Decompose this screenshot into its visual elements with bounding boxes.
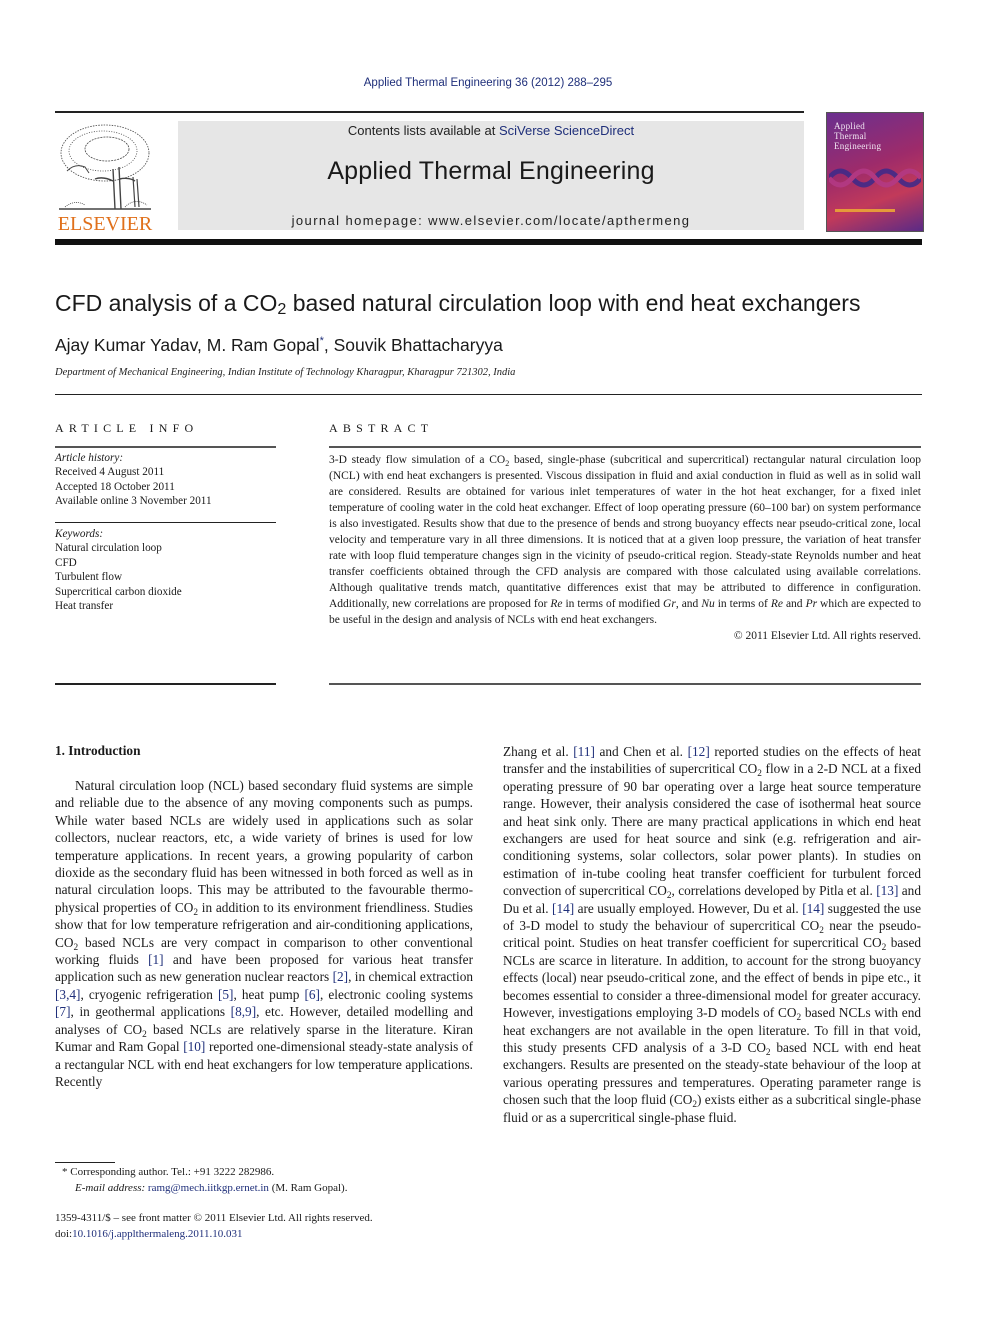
reference-link[interactable]: [13] <box>876 883 898 898</box>
text: Natural circulation loop (NCL) based sec… <box>55 778 473 915</box>
section-heading-introduction: 1. Introduction <box>55 743 141 758</box>
reference-link[interactable]: [12] <box>688 744 710 759</box>
text: 3-D steady flow simulation of a CO <box>329 454 506 466</box>
copyright: © 2011 Elsevier Ltd. All rights reserved… <box>733 630 921 642</box>
symbol-re: Re <box>770 598 783 610</box>
keywords-rule <box>55 522 276 523</box>
text: , in geothermal applications <box>70 1004 231 1020</box>
publication-info: 1359-4311/$ – see front matter © 2011 El… <box>55 1211 495 1242</box>
received-date: Received 4 August 2011 <box>55 466 165 479</box>
doi-line: doi:10.1016/j.applthermaleng.2011.10.031 <box>55 1227 495 1243</box>
reference-link[interactable]: [8,9] <box>231 1004 256 1019</box>
abstract-rule <box>329 446 921 448</box>
article-info-heading: ARTICLE INFO <box>55 421 199 435</box>
article-info-bottom-rule <box>55 683 276 685</box>
doi-link[interactable]: 10.1016/j.applthermaleng.2011.10.031 <box>72 1228 242 1240</box>
cover-label-bar <box>835 209 895 212</box>
symbol-re: Re <box>550 598 563 610</box>
reference-link[interactable]: [1] <box>148 952 164 967</box>
text: , and <box>675 598 702 610</box>
journal-homepage-link[interactable]: journal homepage: www.elsevier.com/locat… <box>178 213 804 228</box>
text: and <box>782 598 806 610</box>
text: are usually employed. However, Du et al. <box>574 900 803 916</box>
text: , cryogenic refrigeration <box>80 986 218 1002</box>
text: in terms of modified <box>562 598 664 610</box>
reference-link[interactable]: [14] <box>552 901 574 916</box>
reference-link[interactable]: [5] <box>218 987 234 1002</box>
footnote-rule <box>55 1162 115 1163</box>
text: , heat pump <box>233 986 305 1002</box>
cover-title: Applied Thermal Engineering <box>834 121 882 151</box>
abstract-bottom-rule <box>329 683 921 685</box>
intro-paragraph: Natural circulation loop (NCL) based sec… <box>55 777 473 1090</box>
accepted-date: Accepted 18 October 2011 <box>55 480 175 493</box>
text: , correlations developed by Pitla et al. <box>671 883 877 899</box>
keyword: Supercritical carbon dioxide <box>55 585 182 598</box>
journal-cover-thumbnail[interactable]: Applied Thermal Engineering <box>826 112 924 232</box>
email-owner: (M. Ram Gopal). <box>268 1181 348 1194</box>
intro-paragraph: Zhang et al. [11] and Chen et al. [12] r… <box>503 743 921 1126</box>
doi-label: doi: <box>55 1227 73 1240</box>
reference-link[interactable]: [14] <box>802 901 824 916</box>
author-list: Ajay Kumar Yadav, M. Ram Gopal*, Souvik … <box>55 335 503 356</box>
reference-link[interactable]: [11] <box>573 744 595 759</box>
symbol-pr: Pr <box>805 598 818 610</box>
history-label: Article history: <box>55 452 124 464</box>
journal-name: Applied Thermal Engineering <box>327 157 655 185</box>
online-date: Available online 3 November 2011 <box>55 495 212 508</box>
sciencedirect-link[interactable]: SciVerse ScienceDirect <box>499 123 634 138</box>
contents-label: Contents lists available at <box>347 123 499 138</box>
reference-link[interactable]: [3,4] <box>55 987 80 1002</box>
corresponding-author-footnote: * Corresponding author. Tel.: +91 3222 2… <box>62 1165 482 1196</box>
title-rule <box>55 394 922 395</box>
elsevier-tree-icon <box>59 124 151 210</box>
email-link[interactable]: ramg@mech.iitkgp.ernet.in <box>148 1182 269 1194</box>
issn-line: 1359-4311/$ – see front matter © 2011 El… <box>55 1212 373 1224</box>
title-part: based natural circulation loop with end … <box>286 290 861 316</box>
abstract-heading: ABSTRACT <box>329 421 434 435</box>
keywords-label: Keywords: <box>55 528 104 540</box>
text: Zhang et al. <box>503 744 574 759</box>
reference-link[interactable]: [10] <box>183 1039 205 1054</box>
text: flow in a 2-D NCL at a fixed operating p… <box>503 761 921 899</box>
header-rule <box>55 111 804 113</box>
reference-link[interactable]: [7] <box>55 1004 71 1019</box>
reference-link[interactable]: [2] <box>333 969 349 984</box>
keyword: Turbulent flow <box>55 571 123 584</box>
article-info-rule <box>55 446 276 448</box>
text: , electronic cooling systems <box>320 986 473 1002</box>
symbol-gr: Gr <box>663 598 676 610</box>
intro-left-column: Natural circulation loop (NCL) based sec… <box>55 777 473 1090</box>
text: in terms of <box>714 598 771 610</box>
article-history: Article history: Received 4 August 2011 … <box>55 451 280 509</box>
elsevier-wordmark: ELSEVIER <box>57 213 153 235</box>
cover-helix-icon <box>829 168 921 188</box>
authors-part: , Souvik Bhattacharyya <box>323 335 503 355</box>
journal-citation[interactable]: Applied Thermal Engineering 36 (2012) 28… <box>0 77 976 89</box>
keywords: Keywords: Natural circulation loop CFD T… <box>55 527 280 613</box>
keyword: Heat transfer <box>55 600 114 613</box>
email-label: E-mail address: <box>75 1181 148 1194</box>
reference-link[interactable]: [6] <box>304 987 320 1002</box>
footnote-text: Corresponding author. Tel.: +91 3222 282… <box>67 1166 275 1178</box>
keyword: CFD <box>55 556 77 569</box>
title-part: CFD analysis of a CO <box>55 290 278 316</box>
elsevier-logo[interactable]: ELSEVIER <box>55 121 155 236</box>
header-thick-rule <box>55 239 922 245</box>
abstract-body: 3-D steady flow simulation of a CO2 base… <box>329 452 921 644</box>
journal-banner: Contents lists available at SciVerse Sci… <box>178 121 804 230</box>
footnote-line: E-mail address: ramg@mech.iitkgp.ernet.i… <box>62 1181 482 1197</box>
abstract-text: 3-D steady flow simulation of a CO2 base… <box>329 452 921 628</box>
intro-right-column: Zhang et al. [11] and Chen et al. [12] r… <box>503 743 921 1126</box>
text: , in chemical extraction <box>348 969 473 985</box>
symbol-nu: Nu <box>701 598 715 610</box>
article-title: CFD analysis of a CO2 based natural circ… <box>55 290 860 317</box>
footnote-line: * Corresponding author. Tel.: +91 3222 2… <box>62 1165 482 1181</box>
affiliation: Department of Mechanical Engineering, In… <box>55 367 516 378</box>
authors-part: Ajay Kumar Yadav, M. Ram Gopal <box>55 335 320 355</box>
contents-line: Contents lists available at SciVerse Sci… <box>178 123 804 138</box>
text: and Chen et al. <box>594 744 688 759</box>
keyword: Natural circulation loop <box>55 542 162 555</box>
text: based, single-phase (subcritical and sup… <box>329 454 921 610</box>
